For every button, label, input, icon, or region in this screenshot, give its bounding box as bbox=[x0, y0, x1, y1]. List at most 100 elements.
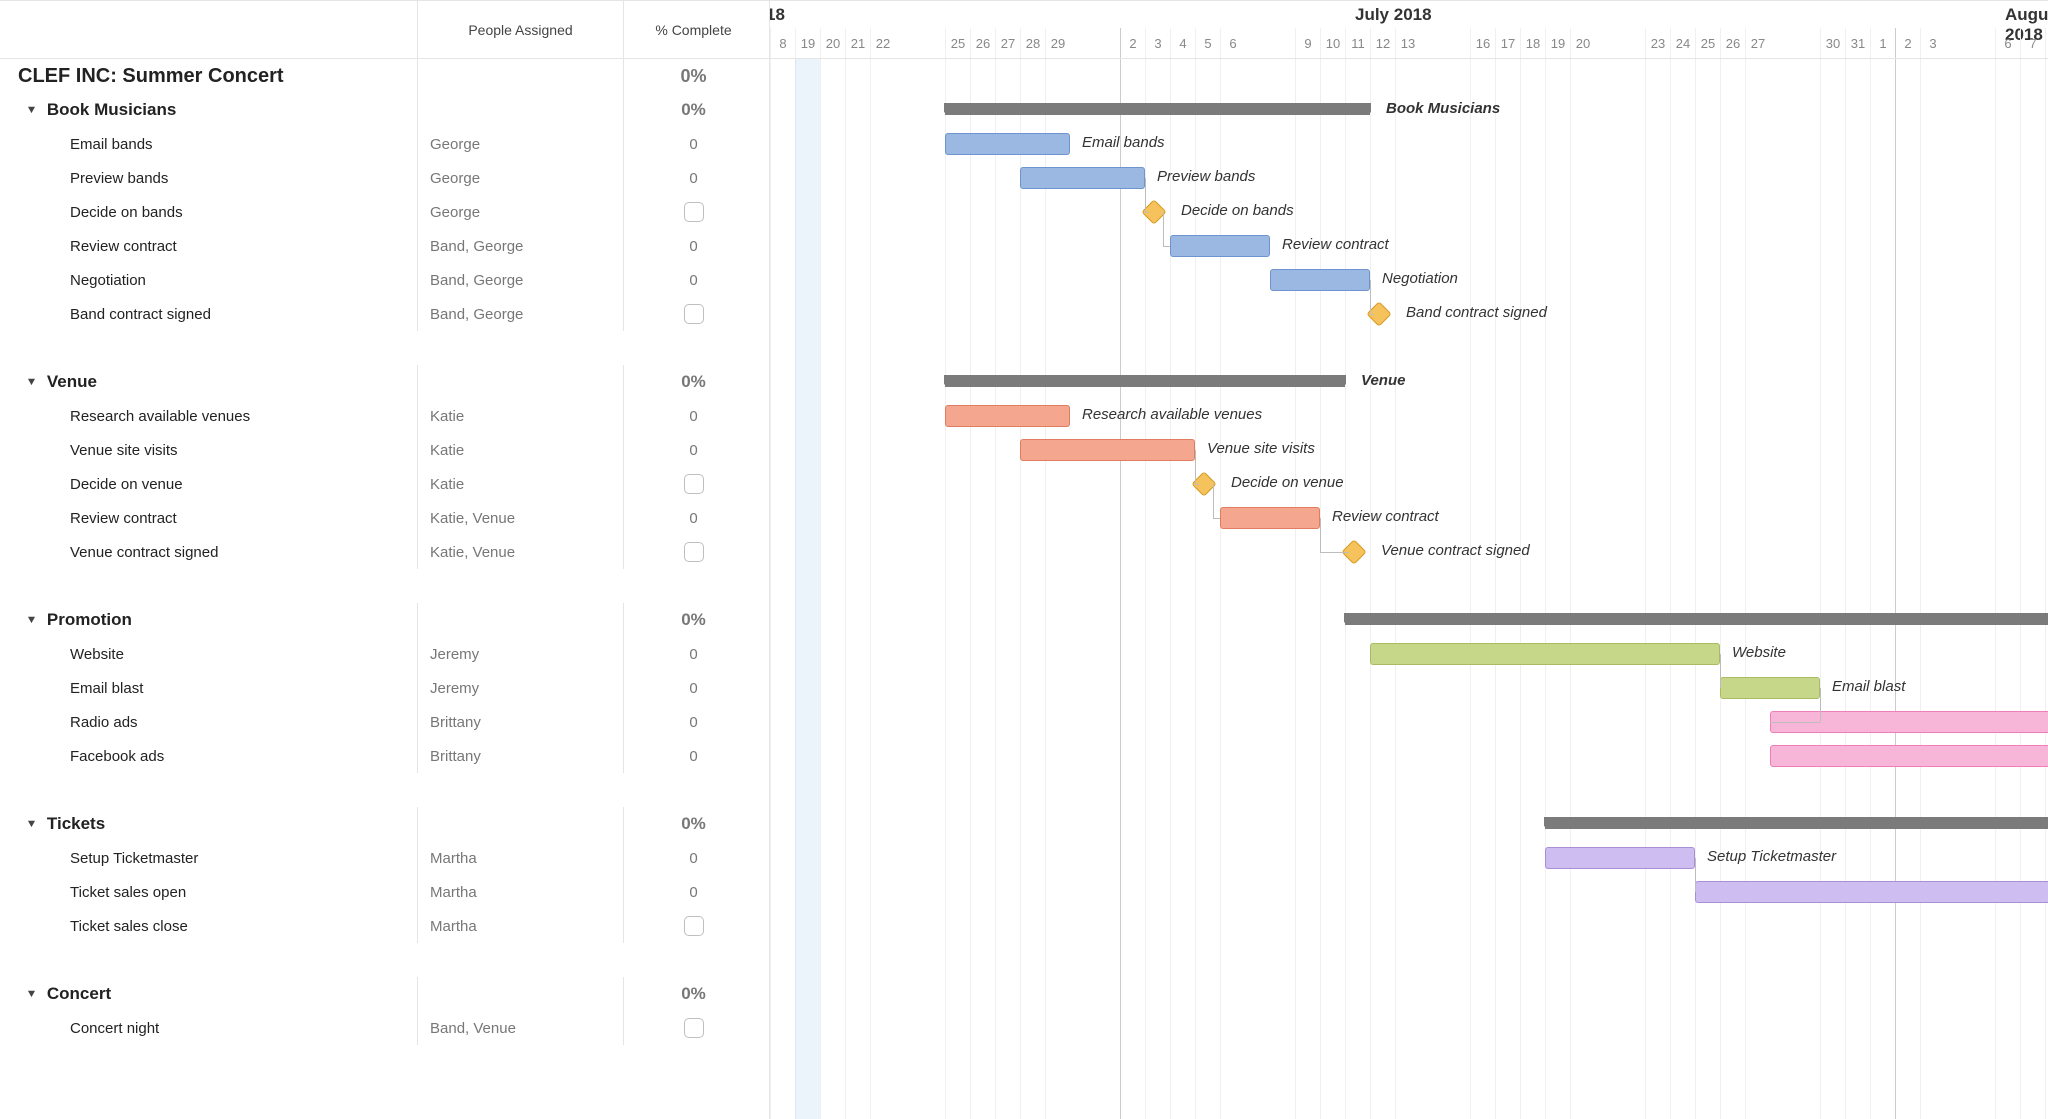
day-cell[interactable]: 28 bbox=[1020, 28, 1045, 58]
task-name[interactable]: Band contract signed bbox=[70, 306, 211, 323]
day-cell[interactable]: 21 bbox=[845, 28, 870, 58]
task-name[interactable]: Research available venues bbox=[70, 408, 250, 425]
collapse-icon[interactable]: ▼ bbox=[25, 104, 37, 116]
task-bar[interactable] bbox=[1545, 847, 1695, 869]
day-cell[interactable]: 13 bbox=[1395, 28, 1420, 58]
summary-bar[interactable] bbox=[1545, 817, 2048, 829]
task-people[interactable]: Katie, Venue bbox=[417, 535, 623, 569]
summary-bar[interactable] bbox=[1345, 613, 2048, 625]
day-cell[interactable]: 20 bbox=[1570, 28, 1595, 58]
project-row[interactable]: CLEF INC: Summer Concert0% bbox=[0, 59, 769, 93]
pct-cell[interactable] bbox=[623, 1011, 763, 1045]
task-row[interactable]: Negotiation Band, George0 bbox=[0, 263, 769, 297]
summary-bar[interactable] bbox=[945, 375, 1345, 387]
task-people[interactable]: Martha bbox=[417, 875, 623, 909]
pct-cell[interactable]: 0% bbox=[623, 977, 763, 1011]
col-header-pct[interactable]: % Complete bbox=[623, 1, 763, 58]
task-row[interactable]: Venue contract signedKatie, Venue bbox=[0, 535, 769, 569]
day-cell[interactable]: 3 bbox=[1145, 28, 1170, 58]
task-people[interactable]: Band, George bbox=[417, 297, 623, 331]
task-bar[interactable] bbox=[945, 405, 1070, 427]
task-people[interactable]: Band, George bbox=[417, 263, 623, 297]
pct-cell[interactable]: 0 bbox=[623, 127, 763, 161]
day-cell[interactable]: 5 bbox=[1195, 28, 1220, 58]
complete-checkbox[interactable] bbox=[684, 304, 704, 324]
task-row[interactable]: Concert nightBand, Venue bbox=[0, 1011, 769, 1045]
pct-cell[interactable]: 0 bbox=[623, 739, 763, 773]
task-name[interactable]: Setup Ticketmaster bbox=[70, 850, 198, 867]
task-people[interactable]: George bbox=[417, 195, 623, 229]
day-cell[interactable]: 17 bbox=[1495, 28, 1520, 58]
task-row[interactable]: Email blastJeremy0 bbox=[0, 671, 769, 705]
day-cell[interactable]: 18 bbox=[1520, 28, 1545, 58]
complete-checkbox[interactable] bbox=[684, 916, 704, 936]
day-cell[interactable]: 16 bbox=[1470, 28, 1495, 58]
pct-cell[interactable]: 0 bbox=[623, 263, 763, 297]
task-row[interactable]: Research available venuesKatie0 bbox=[0, 399, 769, 433]
task-people[interactable]: Martha bbox=[417, 909, 623, 943]
task-name[interactable]: Ticket sales open bbox=[70, 884, 186, 901]
day-cell[interactable]: 2 bbox=[1120, 28, 1145, 58]
task-bar[interactable] bbox=[1770, 745, 2048, 767]
day-cell[interactable]: 26 bbox=[970, 28, 995, 58]
pct-cell[interactable]: 0 bbox=[623, 841, 763, 875]
task-name[interactable]: Decide on bands bbox=[70, 204, 183, 221]
task-bar[interactable] bbox=[1720, 677, 1820, 699]
day-cell[interactable]: 19 bbox=[1545, 28, 1570, 58]
task-name[interactable]: Decide on venue bbox=[70, 476, 183, 493]
pct-cell[interactable]: 0% bbox=[623, 603, 763, 637]
pct-cell[interactable]: 0% bbox=[623, 59, 763, 93]
task-people[interactable]: Band, Venue bbox=[417, 1011, 623, 1045]
task-row[interactable]: Venue site visitsKatie0 bbox=[0, 433, 769, 467]
section-row[interactable]: ▼Concert0% bbox=[0, 977, 769, 1011]
task-name[interactable]: Negotiation bbox=[70, 272, 146, 289]
task-people[interactable]: Jeremy bbox=[417, 671, 623, 705]
task-name[interactable]: Preview bands bbox=[70, 170, 168, 187]
task-name[interactable]: Email bands bbox=[70, 136, 153, 153]
task-people[interactable]: Katie bbox=[417, 467, 623, 501]
task-people[interactable]: Katie, Venue bbox=[417, 501, 623, 535]
section-row[interactable]: ▼Venue0% bbox=[0, 365, 769, 399]
pct-cell[interactable]: 0 bbox=[623, 875, 763, 909]
task-bar[interactable] bbox=[1020, 439, 1195, 461]
task-name[interactable]: Facebook ads bbox=[70, 748, 164, 765]
task-bar[interactable] bbox=[1695, 881, 2048, 903]
pct-cell[interactable]: 0 bbox=[623, 433, 763, 467]
pct-cell[interactable] bbox=[623, 535, 763, 569]
task-row[interactable]: Setup Ticketmaster Martha0 bbox=[0, 841, 769, 875]
task-people[interactable]: Jeremy bbox=[417, 637, 623, 671]
task-row[interactable]: Review contract Katie, Venue0 bbox=[0, 501, 769, 535]
complete-checkbox[interactable] bbox=[684, 202, 704, 222]
pct-cell[interactable]: 0% bbox=[623, 807, 763, 841]
task-people[interactable]: Martha bbox=[417, 841, 623, 875]
day-cell[interactable]: 29 bbox=[1045, 28, 1070, 58]
day-cell[interactable]: 20 bbox=[820, 28, 845, 58]
pct-cell[interactable] bbox=[623, 467, 763, 501]
task-people[interactable]: George bbox=[417, 161, 623, 195]
task-bar[interactable] bbox=[945, 133, 1070, 155]
task-name[interactable]: Review contract bbox=[70, 510, 177, 527]
section-row[interactable]: ▼Promotion0% bbox=[0, 603, 769, 637]
complete-checkbox[interactable] bbox=[684, 474, 704, 494]
complete-checkbox[interactable] bbox=[684, 1018, 704, 1038]
summary-bar[interactable] bbox=[945, 103, 1370, 115]
task-name[interactable]: Ticket sales close bbox=[70, 918, 188, 935]
collapse-icon[interactable]: ▼ bbox=[25, 376, 37, 388]
pct-cell[interactable]: 0 bbox=[623, 399, 763, 433]
pct-cell[interactable]: 0% bbox=[623, 93, 763, 127]
task-row[interactable]: Radio adsBrittany0 bbox=[0, 705, 769, 739]
pct-cell[interactable]: 0 bbox=[623, 705, 763, 739]
day-cell[interactable]: 10 bbox=[1320, 28, 1345, 58]
task-row[interactable]: Email bandsGeorge0 bbox=[0, 127, 769, 161]
task-name[interactable]: Review contract bbox=[70, 238, 177, 255]
section-name[interactable]: Tickets bbox=[47, 814, 105, 834]
day-cell[interactable]: 4 bbox=[1170, 28, 1195, 58]
day-cell[interactable]: 1 bbox=[1870, 28, 1895, 58]
pct-cell[interactable]: 0 bbox=[623, 501, 763, 535]
section-row[interactable]: ▼Tickets0% bbox=[0, 807, 769, 841]
section-row[interactable]: ▼Book Musicians0% bbox=[0, 93, 769, 127]
day-cell[interactable]: 7 bbox=[2020, 28, 2045, 58]
day-cell[interactable]: 6 bbox=[1220, 28, 1245, 58]
task-name[interactable]: Website bbox=[70, 646, 124, 663]
pct-cell[interactable] bbox=[623, 297, 763, 331]
